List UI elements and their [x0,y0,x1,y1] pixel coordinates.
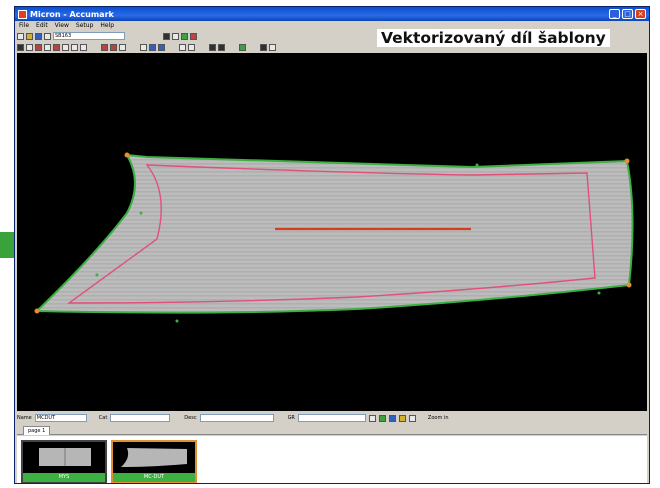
menu-file[interactable]: File [19,22,29,29]
maximize-button[interactable]: □ [622,9,633,19]
gr-label: GR [287,415,295,421]
menu-setup[interactable]: Setup [76,22,93,29]
name-label: Name [17,415,32,421]
menu-view[interactable]: View [55,22,69,29]
close-button[interactable]: × [635,9,646,19]
print-icon[interactable] [44,32,51,40]
table-icon[interactable] [260,43,267,51]
tool-b-icon[interactable] [388,414,396,422]
cat-label: Cat [98,415,108,421]
toolbar-tools [17,42,276,52]
zoom-in-icon[interactable] [149,43,156,51]
thumbnail-item[interactable]: MYS [21,440,107,483]
tool-d-icon[interactable] [408,414,416,422]
corner-point[interactable] [124,152,130,158]
notch-tool-icon[interactable] [80,43,87,51]
piece-thumbnails: MYS MC-DUT [17,436,647,483]
cut-icon[interactable] [44,43,51,51]
menu-help[interactable]: Help [100,22,114,29]
notch-point[interactable] [175,319,179,323]
zoom-icon[interactable] [26,43,33,51]
undo-icon[interactable] [179,43,186,51]
eraser-icon[interactable] [119,43,126,51]
text-icon[interactable] [172,32,179,40]
open-icon[interactable] [26,32,33,40]
status-bar: Name MCDUT Cat Desc GR Zoom in [17,412,647,424]
pattern-piece-view [34,152,634,323]
tool-a-icon[interactable] [378,414,386,422]
grid-icon[interactable] [209,43,216,51]
import-icon[interactable] [181,32,188,40]
zoom-out-icon[interactable] [158,43,165,51]
drawing-canvas[interactable] [17,53,647,411]
scan-icon[interactable] [163,32,170,40]
thumbnail-item-selected[interactable]: MC-DUT [111,440,197,483]
save-icon[interactable] [35,32,42,40]
thumbnail-label: MYS [23,473,105,482]
notch-point[interactable] [139,211,143,215]
notch-point[interactable] [95,273,99,277]
mirror-icon[interactable] [62,43,69,51]
point-tool-icon[interactable] [71,43,78,51]
page-tabs: page 1 [17,425,647,435]
grade-rule-select[interactable] [297,414,366,422]
export-icon[interactable] [190,32,197,40]
thumbnail-preview [121,448,187,467]
desc-label: Desc [184,415,197,421]
title-bar: Micron - Accumark _ □ × [15,7,649,21]
window-title: Micron - Accumark [30,9,114,19]
tool-c-icon[interactable] [398,414,406,422]
description-field[interactable] [199,414,274,422]
application-window: Micron - Accumark _ □ × File Edit View S… [14,6,650,484]
pointer-icon[interactable] [17,43,24,51]
layers-icon[interactable] [218,43,225,51]
category-field[interactable] [110,414,171,422]
thumbnail-label: MC-DUT [113,473,195,482]
name-field[interactable]: MCDUT [34,414,87,422]
tab-page-1[interactable]: page 1 [23,426,51,435]
caption-overlay: Vektorizovaný díl šablony [377,29,610,47]
menu-edit[interactable]: Edit [36,22,48,29]
app-logo-icon [18,9,27,19]
thumbnail-preview [39,448,91,466]
redo-icon[interactable] [188,43,195,51]
minimize-button[interactable]: _ [609,9,620,19]
toolbar-file: SB163 [17,31,197,41]
brush-icon[interactable] [110,43,117,51]
corner-point[interactable] [34,308,40,314]
fit-view-icon[interactable] [140,43,147,51]
corner-point[interactable] [626,282,632,288]
pattern-piece[interactable] [34,153,634,314]
notch-point[interactable] [597,291,601,295]
curve-tool-icon[interactable] [53,43,60,51]
corner-point[interactable] [624,158,630,164]
new-icon[interactable] [17,32,24,40]
dropdown-arrow-icon[interactable] [368,414,376,422]
color-icon[interactable] [239,43,246,51]
piece-name-field[interactable]: SB163 [53,32,125,40]
pen-icon[interactable] [101,43,108,51]
zoom-status-label: Zoom in [427,415,449,421]
notch-point[interactable] [475,163,479,167]
measure-icon[interactable] [269,43,276,51]
line-tool-icon[interactable] [35,43,42,51]
